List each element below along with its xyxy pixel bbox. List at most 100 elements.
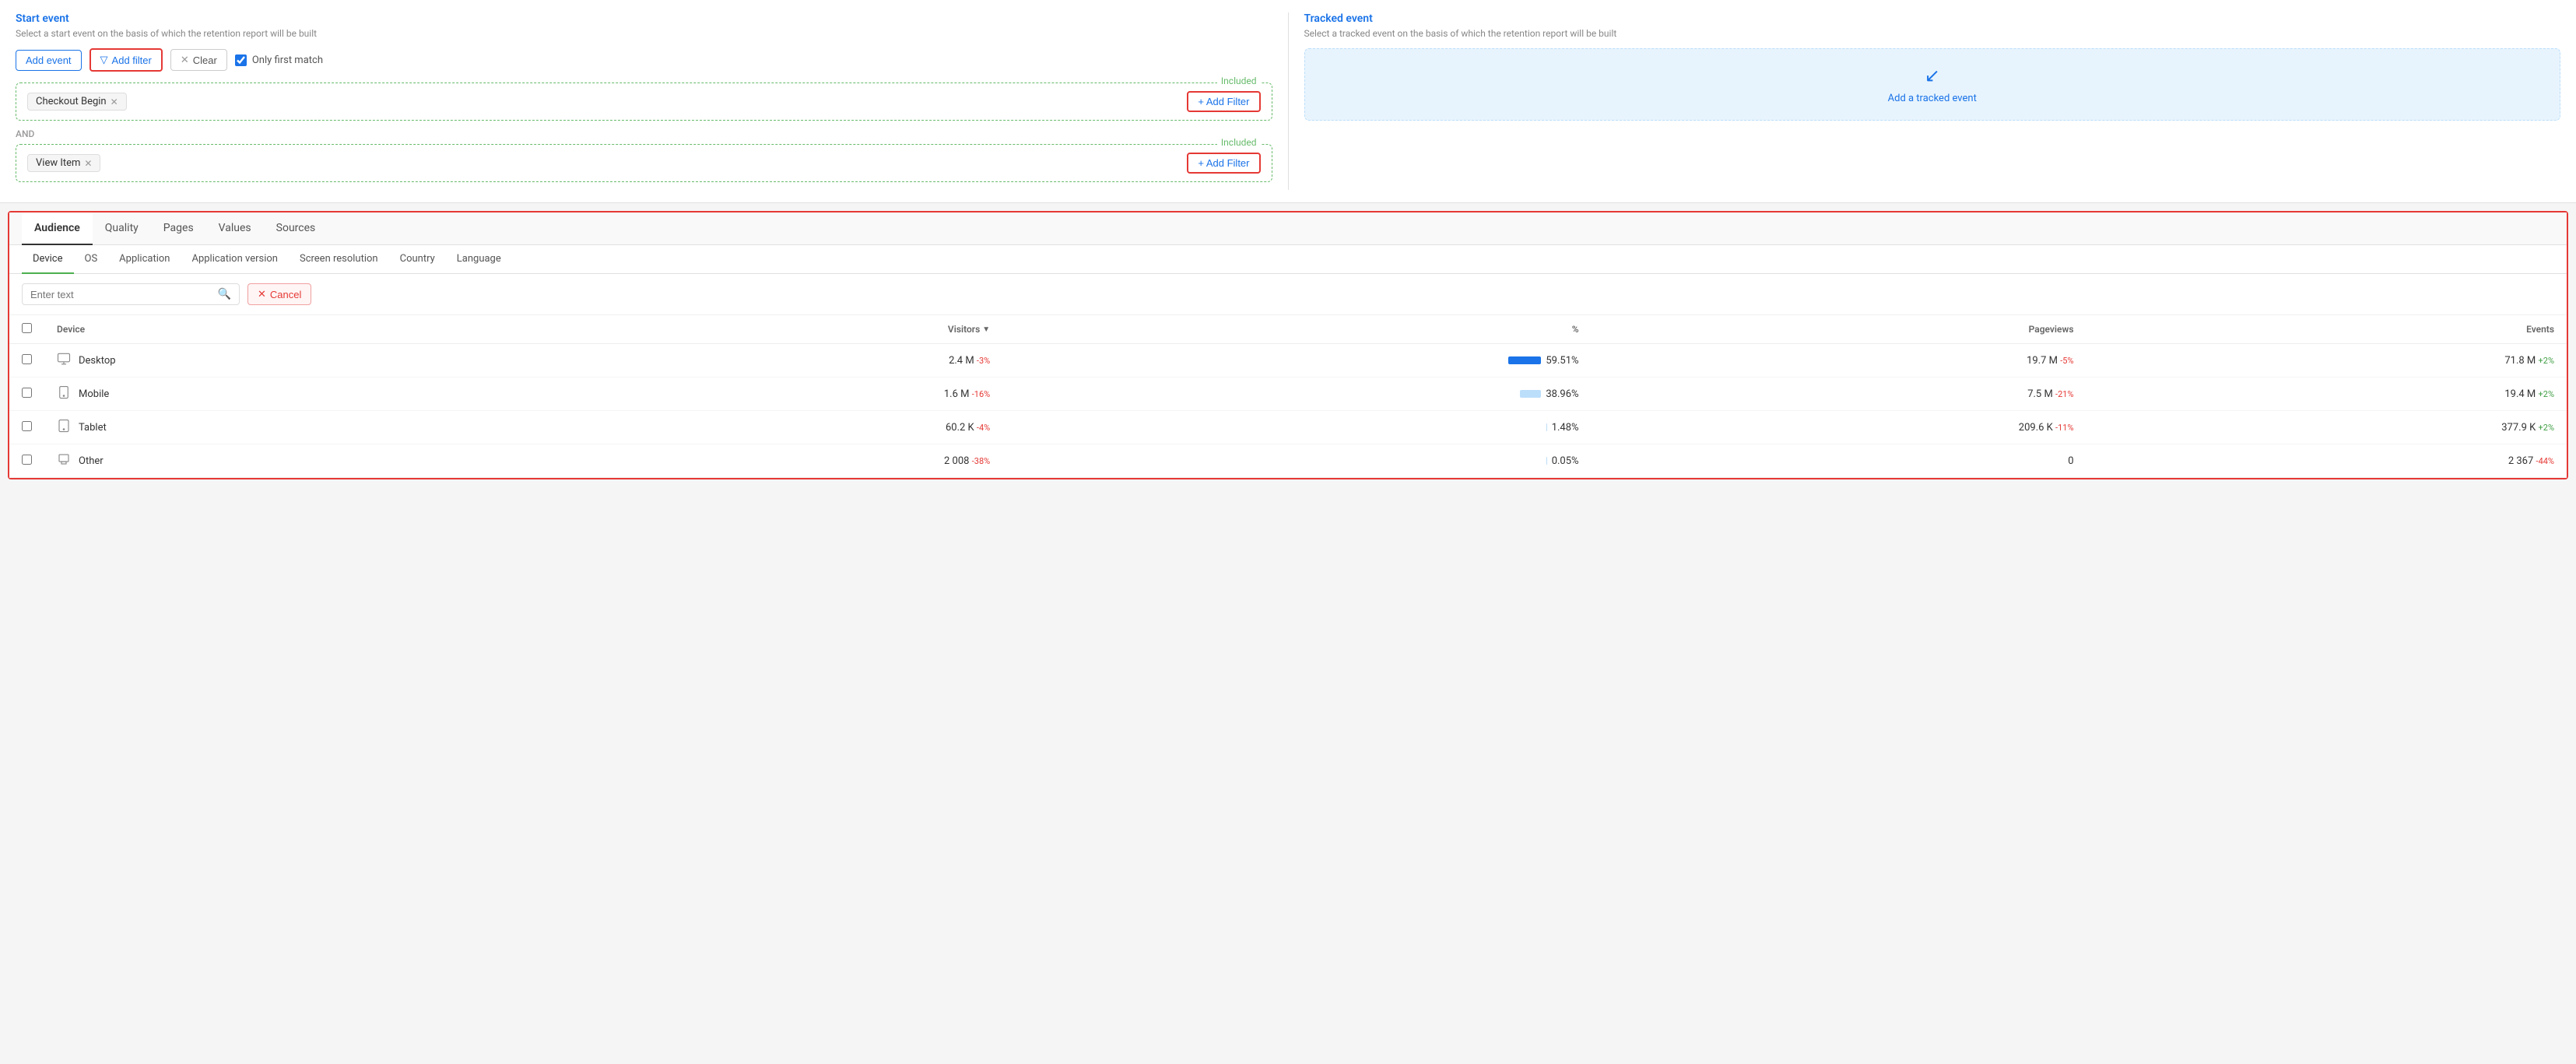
main-tabs-bar: Audience Quality Pages Values Sources [9,212,2567,245]
sub-tab-country[interactable]: Country [389,245,446,274]
only-first-match-checkbox[interactable] [235,54,247,66]
add-filter-viewitem-button[interactable]: + Add Filter [1187,153,1260,174]
visitors-cell: 60.2 K -4% [563,411,1002,444]
device-icon [57,419,71,436]
tab-sources[interactable]: Sources [264,212,328,245]
visitors-change: -4% [977,423,990,433]
device-cell: Desktop [44,344,563,377]
search-input[interactable] [30,289,213,300]
start-event-toolbar: Add event ▽ Add filter ✕ Clear Only firs… [16,48,1272,72]
row-checkbox-cell[interactable] [9,444,44,478]
visitors-change: -3% [977,356,990,366]
add-tracked-event-box[interactable]: ↙ Add a tracked event [1304,48,2561,121]
event-group-checkout: Included Checkout Begin ✕ + Add Filter [16,83,1272,121]
device-icon [57,452,71,469]
percent-cell: 38.96% [1002,377,1591,411]
percent-bar [1508,356,1541,364]
th-visitors[interactable]: Visitors ▼ [563,315,1002,344]
start-event-panel: Start event Select a start event on the … [16,12,1272,190]
checkout-begin-tag: Checkout Begin ✕ [27,93,127,111]
row-checkbox[interactable] [22,455,32,465]
tab-audience[interactable]: Audience [22,212,93,245]
events-cell: 377.9 K +2% [2086,411,2567,444]
events-change: -44% [2536,456,2554,466]
events-change: +2% [2539,389,2554,399]
sub-tabs-bar: Device OS Application Application versio… [9,245,2567,274]
sort-arrow-icon: ▼ [982,325,990,334]
table-header-row: Device Visitors ▼ % Pageviews Events [9,315,2567,344]
row-checkbox[interactable] [22,388,32,398]
device-icon [57,385,71,402]
percent-value: 59.51% [1546,355,1578,367]
table-row: Other 2 008 -38% 0.05% 0 2 367 -44% [9,444,2567,478]
filter-icon: ▽ [100,54,108,66]
device-cell: Tablet [44,411,563,444]
device-name: Tablet [79,422,107,434]
device-cell: Other [44,444,563,478]
tab-pages[interactable]: Pages [151,212,206,245]
tab-quality[interactable]: Quality [93,212,151,245]
x-cancel-icon: ✕ [258,288,266,300]
table-row: Mobile 1.6 M -16% 38.96% 7.5 M -21% 19.4… [9,377,2567,411]
pageviews-cell: 209.6 K -11% [1592,411,2086,444]
events-change: +2% [2539,356,2554,366]
event-group-label-1: Included [1217,75,1261,86]
visitors-cell: 2 008 -38% [563,444,1002,478]
tab-values[interactable]: Values [206,212,264,245]
percent-bar [1546,423,1547,431]
th-select-all[interactable] [9,315,44,344]
sub-tab-application[interactable]: Application [108,245,181,274]
bottom-section: Audience Quality Pages Values Sources De… [8,211,2568,479]
table-row: Tablet 60.2 K -4% 1.48% 209.6 K -11% 377… [9,411,2567,444]
and-label: AND [16,128,1272,139]
events-cell: 71.8 M +2% [2086,344,2567,377]
device-cell: Mobile [44,377,563,411]
percent-value: 1.48% [1552,422,1579,434]
search-input-wrap[interactable]: 🔍 [22,283,240,305]
select-all-checkbox[interactable] [22,323,32,333]
tracked-event-subtitle: Select a tracked event on the basis of w… [1304,28,2561,39]
event-tag-row-2: View Item ✕ + Add Filter [27,153,1261,174]
sub-tab-os[interactable]: OS [74,245,109,274]
event-group-label-2: Included [1217,137,1261,148]
cancel-button[interactable]: ✕ Cancel [247,283,311,305]
tracked-event-title: Tracked event [1304,12,2561,25]
visitors-change: -16% [972,389,990,399]
percent-cell: 1.48% [1002,411,1591,444]
th-events: Events [2086,315,2567,344]
events-cell: 19.4 M +2% [2086,377,2567,411]
events-change: +2% [2539,423,2554,433]
row-checkbox-cell[interactable] [9,344,44,377]
add-filter-checkout-button[interactable]: + Add Filter [1187,91,1260,112]
visitors-cell: 2.4 M -3% [563,344,1002,377]
device-name: Other [79,455,104,467]
search-row: 🔍 ✕ Cancel [9,274,2567,315]
th-percent: % [1002,315,1591,344]
add-event-button[interactable]: Add event [16,50,82,71]
only-first-match-label[interactable]: Only first match [235,54,323,66]
add-filter-button[interactable]: ▽ Add filter [89,48,163,72]
device-name: Mobile [79,388,109,400]
remove-checkout-tag[interactable]: ✕ [111,97,118,107]
event-tag-row-1: Checkout Begin ✕ + Add Filter [27,91,1261,112]
row-checkbox-cell[interactable] [9,377,44,411]
sub-tab-screen-resolution[interactable]: Screen resolution [289,245,389,274]
sub-tab-application-version[interactable]: Application version [181,245,289,274]
row-checkbox[interactable] [22,421,32,431]
clear-button[interactable]: ✕ Clear [170,49,227,71]
sub-tab-device[interactable]: Device [22,245,74,274]
row-checkbox-cell[interactable] [9,411,44,444]
device-table: Device Visitors ▼ % Pageviews Events [9,315,2567,478]
x-icon: ✕ [181,54,189,66]
percent-cell: 59.51% [1002,344,1591,377]
percent-bar [1520,390,1541,398]
event-group-viewitem: Included View Item ✕ + Add Filter [16,144,1272,182]
start-event-title: Start event [16,12,1272,25]
tracked-event-icon: ↙ [1925,65,1940,86]
row-checkbox[interactable] [22,354,32,364]
sub-tab-language[interactable]: Language [446,245,512,274]
start-event-subtitle: Select a start event on the basis of whi… [16,28,1272,39]
remove-viewitem-tag[interactable]: ✕ [84,158,92,169]
percent-cell: 0.05% [1002,444,1591,478]
events-cell: 2 367 -44% [2086,444,2567,478]
